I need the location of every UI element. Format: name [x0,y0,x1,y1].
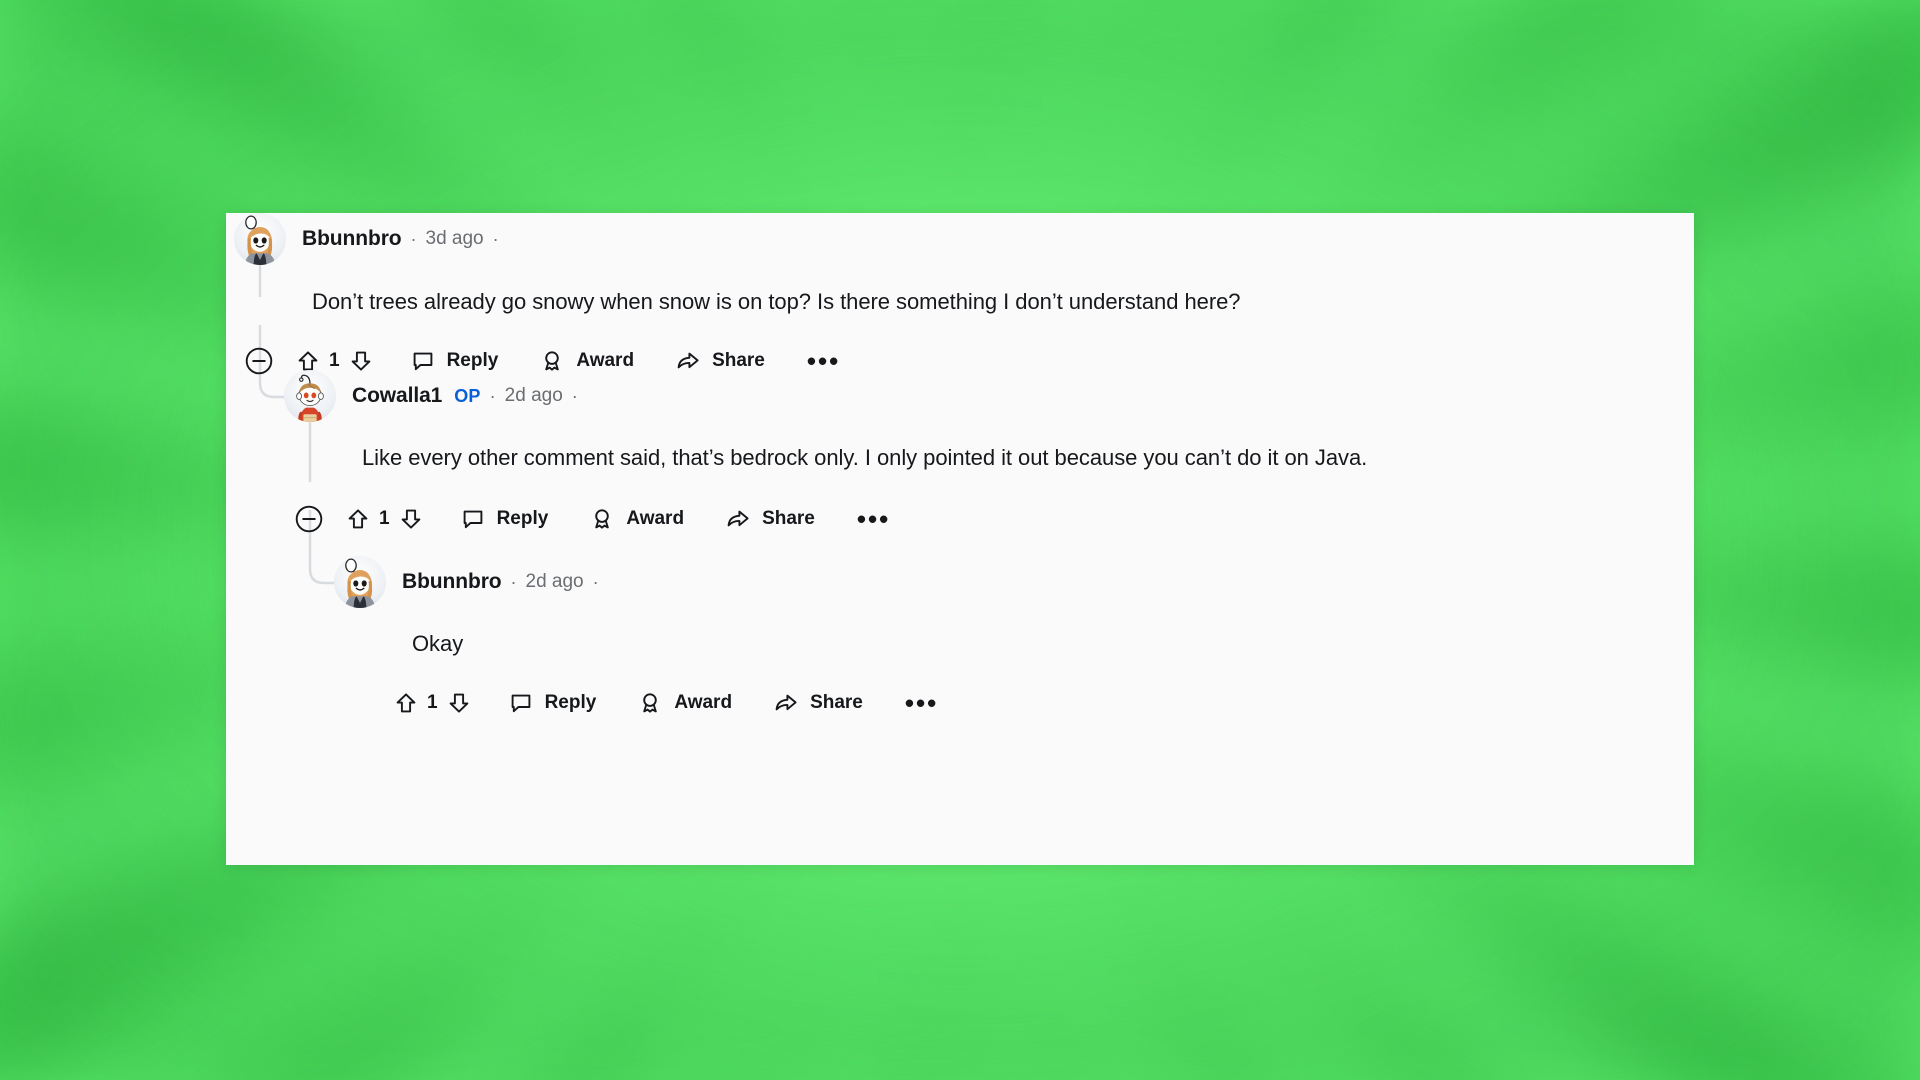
more-options-button[interactable]: ••• [905,685,938,721]
reply-label: Reply [446,350,499,371]
more-options-button[interactable]: ••• [857,501,890,537]
comment-action-bar: 1 Reply Award Share ••• [394,685,938,721]
collapse-button[interactable] [244,343,274,379]
upvote-arrow-icon [348,509,368,529]
comment-header: Cowalla1 OP · 2d ago · [284,370,587,422]
vote-count: 1 [329,350,340,371]
reply-label: Reply [496,508,549,529]
award-label: Award [674,692,733,713]
comment-thread-card: Bbunnbro · 3d ago · Don’t trees already … [226,213,1694,865]
separator-dot: · [510,572,517,592]
reply-button[interactable]: Reply [461,501,549,537]
award-button[interactable]: Award [590,501,684,537]
collapse-minus-circle-icon [295,505,323,533]
downvote-arrow-icon [401,509,420,529]
share-label: Share [810,692,863,713]
reply-label: Reply [544,692,597,713]
ellipsis-icon: ••• [856,504,891,534]
award-label: Award [576,350,635,371]
share-label: Share [712,350,765,371]
ellipsis-icon: ••• [904,688,939,718]
award-medal-icon [643,693,658,713]
vote-group: 1 [394,685,471,721]
comment-author[interactable]: Bbunnbro [402,570,502,594]
separator-dot-trailing: · [492,229,499,249]
reply-speech-bubble-icon [463,510,482,529]
avatar[interactable] [284,370,336,422]
ellipsis-icon: ••• [806,346,841,376]
comment-author[interactable]: Cowalla1 [352,384,442,408]
share-arrow-icon [677,352,699,369]
comment-timestamp: 2d ago [504,385,563,406]
avatar[interactable] [334,556,386,608]
share-button[interactable]: Share [726,501,815,537]
reply-button[interactable]: Reply [509,685,597,721]
share-button[interactable]: Share [774,685,863,721]
comment-body: Okay [412,631,464,656]
comment-header: Bbunnbro · 2d ago · [334,556,608,608]
comment-header: Bbunnbro · 3d ago · [234,213,508,265]
comment-timestamp: 3d ago [425,228,484,249]
upvote-button[interactable] [346,501,370,537]
snoo-antenna-avatar-icon [296,374,324,422]
separator-dot-trailing: · [571,386,578,406]
award-medal-icon [595,509,610,529]
op-badge: OP [454,385,481,406]
share-arrow-icon [775,694,797,711]
separator-dot-trailing: · [592,572,599,592]
snoo-girl-avatar-icon [345,558,375,608]
reply-speech-bubble-icon [511,694,530,713]
share-button[interactable]: Share [676,343,765,379]
vote-count: 1 [379,508,390,529]
upvote-button[interactable] [394,685,418,721]
comment-timestamp: 2d ago [525,571,584,592]
vote-group: 1 [346,501,423,537]
share-label: Share [762,508,815,529]
collapse-minus-circle-icon [245,347,273,375]
award-label: Award [626,508,685,529]
downvote-button[interactable] [447,685,471,721]
share-arrow-icon [727,510,749,527]
comment-body: Like every other comment said, that’s be… [362,445,1368,470]
vote-count: 1 [427,692,438,713]
comment-author[interactable]: Bbunnbro [302,227,402,251]
separator-dot: · [489,386,496,406]
avatar[interactable] [234,213,286,265]
separator-dot: · [410,229,417,249]
more-options-button[interactable]: ••• [807,343,840,379]
award-button[interactable]: Award [638,685,732,721]
comment-action-bar: 1 Reply Award Share ••• [294,501,890,537]
snoo-girl-avatar-icon [245,215,275,265]
collapse-button[interactable] [294,501,324,537]
upvote-arrow-icon [396,693,416,713]
comment-body: Don’t trees already go snowy when snow i… [312,289,1241,314]
downvote-arrow-icon [449,693,468,713]
downvote-button[interactable] [399,501,423,537]
